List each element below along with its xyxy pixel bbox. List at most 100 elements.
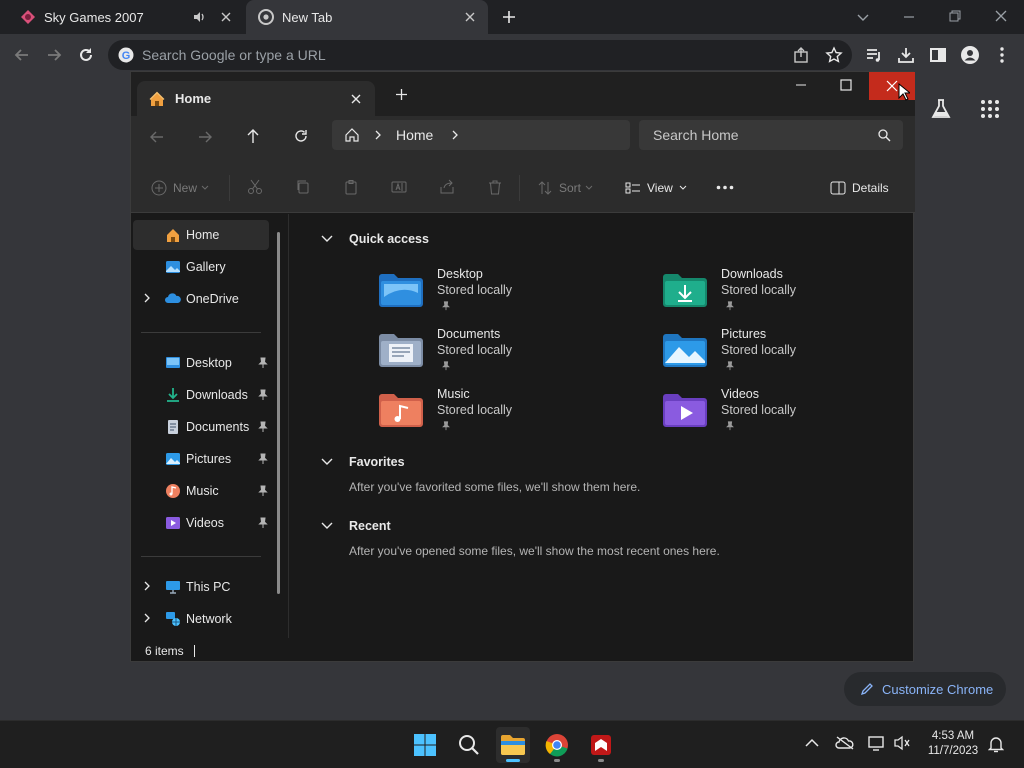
nav-item-gallery[interactable]: Gallery xyxy=(133,252,269,282)
minimize-icon[interactable] xyxy=(902,10,916,24)
breadcrumb[interactable]: Home xyxy=(332,120,630,150)
pin-icon[interactable] xyxy=(257,517,269,529)
side-panel-icon[interactable] xyxy=(926,44,950,66)
nav-item-this-pc[interactable]: This PC xyxy=(133,572,269,602)
share-icon[interactable] xyxy=(439,179,455,195)
item-name: Documents xyxy=(437,327,501,341)
omnibox[interactable]: G Search Google or type a URL xyxy=(108,40,852,70)
chevron-down-icon xyxy=(321,235,349,243)
bookmark-star-icon[interactable] xyxy=(825,46,843,64)
back-arrow-icon[interactable] xyxy=(149,129,165,145)
new-button[interactable]: New xyxy=(151,163,209,213)
nav-item-pictures[interactable]: Pictures xyxy=(133,444,269,474)
minimize-icon[interactable] xyxy=(795,79,807,91)
google-apps-grid-icon[interactable] xyxy=(980,99,1000,119)
profile-avatar-icon[interactable] xyxy=(958,44,982,66)
window-close-icon[interactable] xyxy=(994,9,1008,23)
network-status-icon[interactable] xyxy=(868,735,886,751)
labs-flask-icon[interactable] xyxy=(930,98,952,120)
search-button[interactable] xyxy=(452,727,486,763)
taskbar-chrome[interactable] xyxy=(540,727,574,763)
pin-icon[interactable] xyxy=(257,485,269,497)
cut-icon[interactable] xyxy=(247,179,263,195)
new-explorer-tab-plus-icon[interactable] xyxy=(395,88,408,101)
nav-item-videos[interactable]: Videos xyxy=(133,508,269,538)
pin-icon[interactable] xyxy=(257,453,269,465)
nav-item-documents[interactable]: Documents xyxy=(133,412,269,442)
up-arrow-icon[interactable] xyxy=(245,128,261,144)
favorites-header[interactable]: Favorites xyxy=(321,455,405,469)
chevron-right-icon[interactable] xyxy=(143,581,151,591)
pin-icon xyxy=(441,301,451,311)
gallery-icon xyxy=(165,259,181,275)
show-hidden-icons-chevron-icon[interactable] xyxy=(805,738,819,748)
copy-icon[interactable] xyxy=(295,179,311,195)
quick-access-item-desktop[interactable]: Desktop Stored locally xyxy=(379,267,599,325)
nav-item-music[interactable]: Music xyxy=(133,476,269,506)
customize-chrome-button[interactable]: Customize Chrome xyxy=(844,672,1006,706)
clock[interactable]: 4:53 AM 11/7/2023 xyxy=(922,729,984,759)
details-button[interactable]: Details xyxy=(830,163,889,213)
close-tab-icon[interactable] xyxy=(216,12,236,22)
taskbar-file-explorer[interactable] xyxy=(496,727,530,763)
recent-header[interactable]: Recent xyxy=(321,519,391,533)
more-options-icon[interactable] xyxy=(716,185,734,190)
nav-scrollbar[interactable] xyxy=(277,232,280,594)
music-folder-icon xyxy=(379,393,423,427)
item-name: Downloads xyxy=(721,267,783,281)
forward-arrow-icon[interactable] xyxy=(197,129,213,145)
nav-item-onedrive[interactable]: OneDrive xyxy=(133,284,269,314)
sort-button[interactable]: Sort xyxy=(537,163,593,213)
nav-item-downloads[interactable]: Downloads xyxy=(133,380,269,410)
maximize-icon[interactable] xyxy=(840,79,852,91)
pin-icon[interactable] xyxy=(257,421,269,433)
reload-icon[interactable] xyxy=(74,44,98,66)
nav-item-home[interactable]: Home xyxy=(133,220,269,250)
downloads-icon[interactable] xyxy=(894,44,918,66)
tab-search-chevron-icon[interactable] xyxy=(856,10,870,24)
forward-arrow-icon[interactable] xyxy=(42,44,66,66)
taskbar-mcafee[interactable] xyxy=(584,727,618,763)
quick-access-item-pictures[interactable]: Pictures Stored locally xyxy=(663,327,883,385)
browser-tab-sky-games[interactable]: Sky Games 2007 xyxy=(8,0,244,34)
breadcrumb-home[interactable]: Home xyxy=(396,127,433,143)
share-icon[interactable] xyxy=(793,47,811,63)
pin-icon[interactable] xyxy=(257,357,269,369)
pin-icon[interactable] xyxy=(257,389,269,401)
start-button[interactable] xyxy=(408,727,442,763)
volume-muted-icon[interactable] xyxy=(893,735,911,751)
back-arrow-icon[interactable] xyxy=(10,44,34,66)
running-indicator xyxy=(554,759,560,762)
quick-access-item-documents[interactable]: Documents Stored locally xyxy=(379,327,599,385)
quick-access-item-downloads[interactable]: Downloads Stored locally xyxy=(663,267,883,325)
notification-bell-icon[interactable] xyxy=(988,735,1004,753)
nav-item-label: Pictures xyxy=(186,452,232,466)
delete-icon[interactable] xyxy=(487,179,503,195)
nav-item-desktop[interactable]: Desktop xyxy=(133,348,269,378)
new-tab-plus-icon[interactable] xyxy=(502,10,516,24)
quick-access-header[interactable]: Quick access xyxy=(321,232,429,246)
chevron-right-icon[interactable] xyxy=(451,130,459,140)
rename-icon[interactable] xyxy=(391,179,407,195)
chrome-menu-icon[interactable] xyxy=(990,44,1014,66)
chevron-right-icon[interactable] xyxy=(143,613,151,623)
chevron-right-icon[interactable] xyxy=(143,293,151,303)
onedrive-offline-icon[interactable] xyxy=(835,735,855,751)
refresh-icon[interactable] xyxy=(293,128,309,144)
close-tab-icon[interactable] xyxy=(351,94,361,104)
view-button[interactable]: View xyxy=(625,163,687,213)
explorer-tab-home[interactable]: Home xyxy=(137,81,375,116)
paste-icon[interactable] xyxy=(343,179,359,195)
music-folder-icon xyxy=(165,483,181,499)
item-status: Stored locally xyxy=(721,343,797,357)
close-tab-icon[interactable] xyxy=(460,12,480,22)
search-box[interactable]: Search Home xyxy=(639,120,903,150)
reading-list-icon[interactable] xyxy=(862,44,886,66)
speaker-icon[interactable] xyxy=(192,10,206,24)
browser-tab-new-tab[interactable]: New Tab xyxy=(246,0,488,34)
quick-access-item-music[interactable]: Music Stored locally xyxy=(379,387,599,445)
nav-item-label: OneDrive xyxy=(186,292,239,306)
quick-access-item-videos[interactable]: Videos Stored locally xyxy=(663,387,883,445)
nav-item-network[interactable]: Network xyxy=(133,604,269,634)
restore-icon[interactable] xyxy=(948,9,962,23)
